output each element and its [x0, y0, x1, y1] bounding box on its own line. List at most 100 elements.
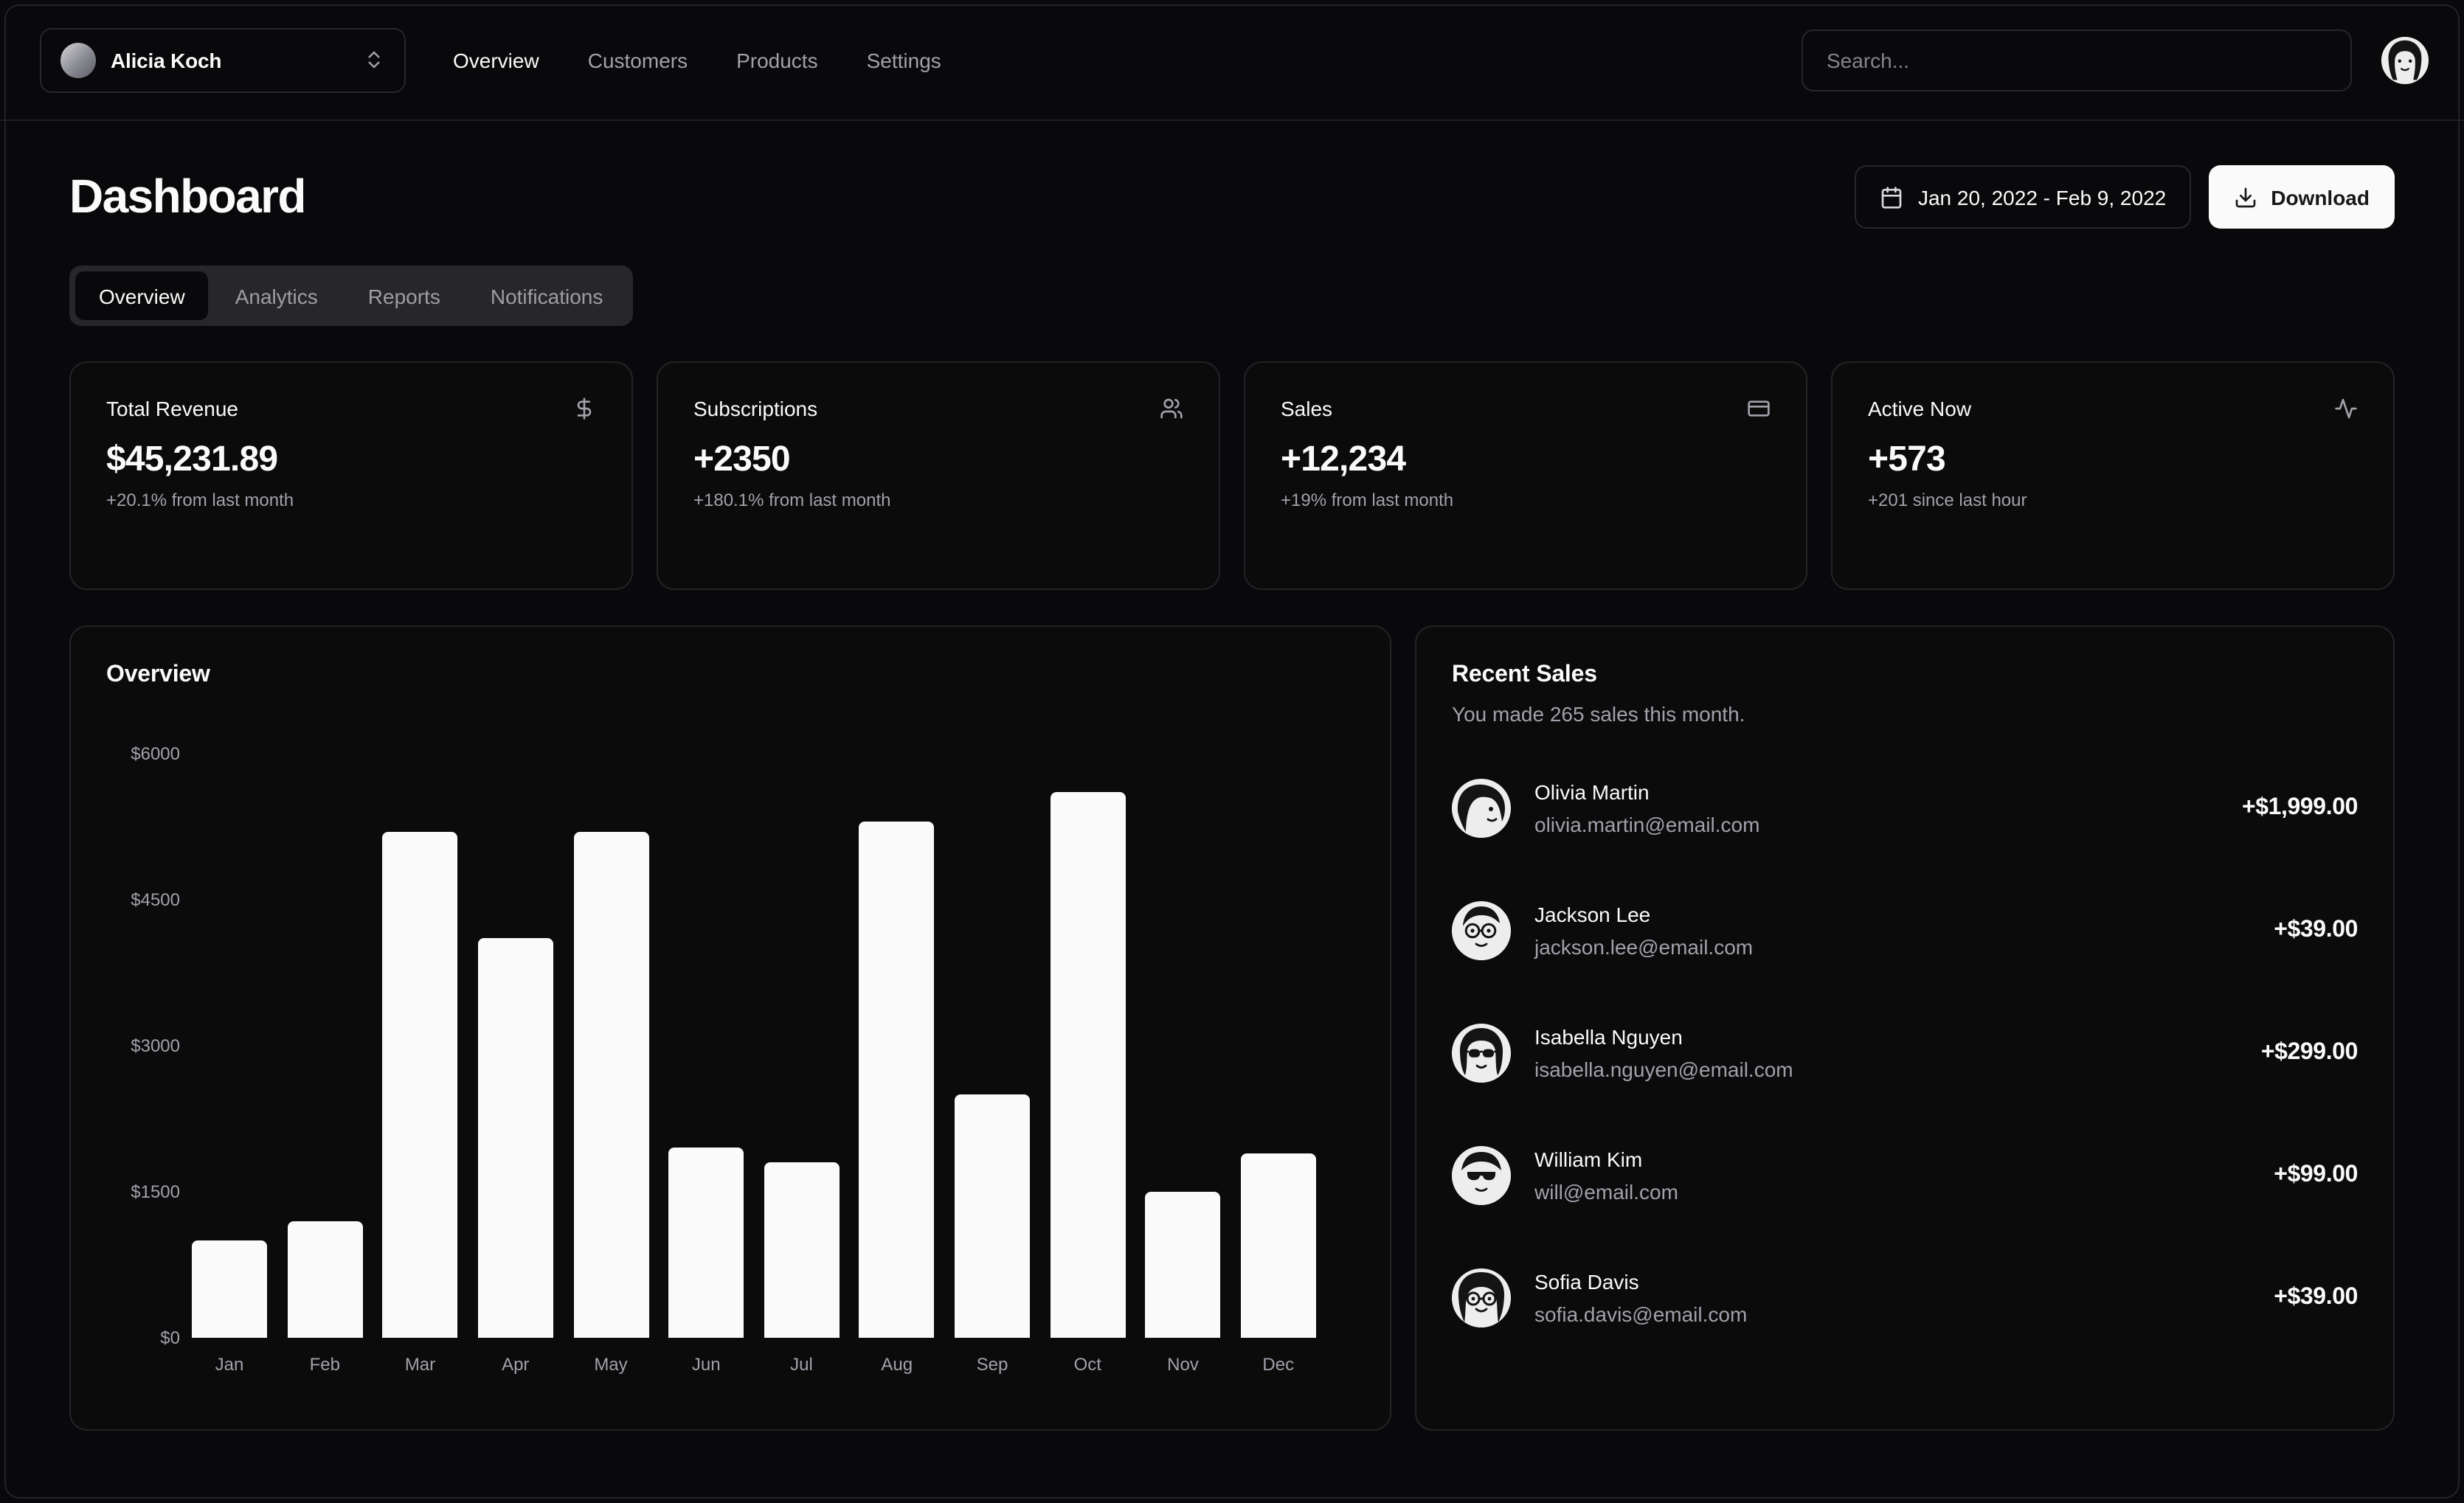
sale-email: will@email.com [1534, 1179, 1678, 1205]
sale-email: sofia.davis@email.com [1534, 1301, 1747, 1327]
x-axis-label: Mar [405, 1353, 435, 1376]
y-axis-tick: $4500 [131, 889, 180, 910]
bar-jul [764, 1162, 840, 1338]
sale-item-sofia-davis: Sofia Davis sofia.davis@email.com +$39.00 [1452, 1268, 2358, 1327]
recent-sales-card: Recent Sales You made 265 sales this mon… [1415, 625, 2395, 1431]
chart-title: Overview [106, 662, 1354, 689]
sale-amount: +$299.00 [2261, 1040, 2358, 1066]
tab-overview[interactable]: Overview [75, 271, 209, 320]
nav-item-overview[interactable]: Overview [453, 48, 539, 72]
bar-mar [383, 832, 458, 1338]
title-actions: Jan 20, 2022 - Feb 9, 2022 Download [1855, 165, 2395, 229]
bar-apr [478, 938, 553, 1338]
y-axis-tick: $0 [160, 1327, 180, 1348]
activity-icon [2334, 397, 2358, 420]
date-range-picker[interactable]: Jan 20, 2022 - Feb 9, 2022 [1855, 165, 2191, 229]
team-avatar [60, 42, 96, 77]
sale-item-isabella-nguyen: Isabella Nguyenisabella.nguyen@email.com… [1452, 1024, 2358, 1083]
y-axis-tick: $3000 [131, 1035, 180, 1056]
stat-card-active-now: Active Now +573 +201 since last hour [1831, 361, 2395, 590]
stat-title: Subscriptions [693, 397, 817, 420]
nav-item-customers[interactable]: Customers [588, 48, 688, 72]
download-button[interactable]: Download [2209, 165, 2395, 229]
sale-info: Olivia Martin olivia.martin@email.com [1534, 779, 1759, 838]
bar-jun [668, 1148, 744, 1338]
bar-jan [192, 1240, 267, 1338]
stat-change: +20.1% from last month [106, 490, 596, 510]
main-nav: Overview Customers Products Settings [453, 48, 941, 72]
sale-name: Sofia Davis [1534, 1268, 1747, 1295]
stat-card-total-revenue: Total Revenue $45,231.89 +20.1% from las… [69, 361, 633, 590]
bar-column-may: May [573, 832, 648, 1376]
main-row: Overview $6000$4500$3000$1500$0 JanFebMa… [69, 625, 2395, 1493]
sale-email: jackson.lee@email.com [1534, 934, 1753, 960]
x-axis-label: Dec [1262, 1353, 1294, 1376]
dollar-sign-icon [572, 397, 596, 420]
x-axis-label: Jan [215, 1353, 244, 1376]
x-axis-label: Feb [310, 1353, 340, 1376]
x-axis-label: Nov [1167, 1353, 1199, 1376]
chart-y-axis: $6000$4500$3000$1500$0 [106, 754, 180, 1338]
credit-card-icon [1747, 397, 1771, 420]
avatar-olivia [1452, 779, 1511, 838]
avatar-william [1452, 1146, 1511, 1205]
sale-amount: +$39.00 [2274, 1285, 2358, 1311]
tab-analytics[interactable]: Analytics [212, 271, 342, 320]
bar-column-apr: Apr [478, 938, 553, 1376]
page-title: Dashboard [69, 170, 305, 224]
bar-column-aug: Aug [859, 822, 935, 1376]
recent-sales-subtitle: You made 265 sales this month. [1452, 702, 2358, 726]
sale-amount: +$1,999.00 [2242, 795, 2358, 822]
bar-column-jul: Jul [764, 1162, 840, 1376]
sale-email: olivia.martin@email.com [1534, 811, 1759, 838]
bar-feb [287, 1221, 362, 1338]
sale-item-olivia-martin: Olivia Martin olivia.martin@email.com +$1,… [1452, 779, 2358, 838]
bar-chart: $6000$4500$3000$1500$0 JanFebMarAprMayJu… [106, 754, 1354, 1376]
stat-title: Total Revenue [106, 397, 238, 420]
tab-reports[interactable]: Reports [345, 271, 464, 320]
stat-title: Active Now [1868, 397, 1971, 420]
x-axis-label: May [594, 1353, 627, 1376]
avatar-jackson [1452, 901, 1511, 960]
sale-info: Sofia Davis sofia.davis@email.com [1534, 1268, 1747, 1327]
y-axis-tick: $1500 [131, 1181, 180, 1202]
team-name: Alicia Koch [111, 48, 221, 72]
download-icon [2234, 185, 2257, 209]
sale-info: Jackson Leejackson.lee@email.com [1534, 901, 1753, 960]
bar-column-sep: Sep [955, 1094, 1030, 1376]
top-header: Alicia Koch Overview Customers Products Set… [0, 0, 2464, 121]
bar-column-nov: Nov [1146, 1192, 1221, 1376]
bar-dec [1241, 1153, 1316, 1338]
avatar-sofia [1452, 1268, 1511, 1327]
sale-name: William Kim [1534, 1146, 1678, 1173]
nav-item-products[interactable]: Products [736, 48, 818, 72]
x-axis-label: Oct [1074, 1353, 1101, 1376]
team-switcher[interactable]: Alicia Koch [40, 27, 406, 92]
stat-value: +573 [1868, 440, 2358, 481]
stat-change: +19% from last month [1281, 490, 1771, 510]
header-right [1802, 29, 2429, 91]
bar-column-feb: Feb [287, 1221, 362, 1376]
sale-email: isabella.nguyen@email.com [1534, 1056, 1793, 1083]
bar-column-jun: Jun [668, 1148, 744, 1376]
sale-item-jackson-lee: Jackson Leejackson.lee@email.com+$39.00 [1452, 901, 2358, 960]
x-axis-label: Sep [977, 1353, 1008, 1376]
chevrons-up-down-icon [363, 49, 385, 71]
chart-plot: Jan Feb Mar Apr May Jun Jul Aug Sep Oct Nov Dec [192, 792, 1354, 1376]
stat-change: +180.1% from last month [693, 490, 1183, 510]
search-input[interactable] [1802, 29, 2352, 91]
stat-value: +2350 [693, 440, 1183, 481]
bar-sep [955, 1094, 1030, 1338]
sale-item-william-kim: William Kimwill@email.com+$99.00 [1452, 1146, 2358, 1205]
tab-notifications[interactable]: Notifications [467, 271, 627, 320]
x-axis-label: Aug [881, 1353, 913, 1376]
user-avatar[interactable] [2381, 36, 2429, 83]
bar-column-dec: Dec [1241, 1153, 1316, 1376]
bar-aug [859, 822, 935, 1338]
bar-nov [1146, 1192, 1221, 1338]
x-axis-label: Jun [692, 1353, 721, 1376]
nav-item-settings[interactable]: Settings [867, 48, 941, 72]
title-row: Dashboard Jan 20, 2022 - Feb 9, 2022 Dow… [69, 165, 2395, 229]
sale-info: William Kim will@email.com [1534, 1146, 1678, 1205]
sale-name: Olivia Martin [1534, 779, 1759, 805]
